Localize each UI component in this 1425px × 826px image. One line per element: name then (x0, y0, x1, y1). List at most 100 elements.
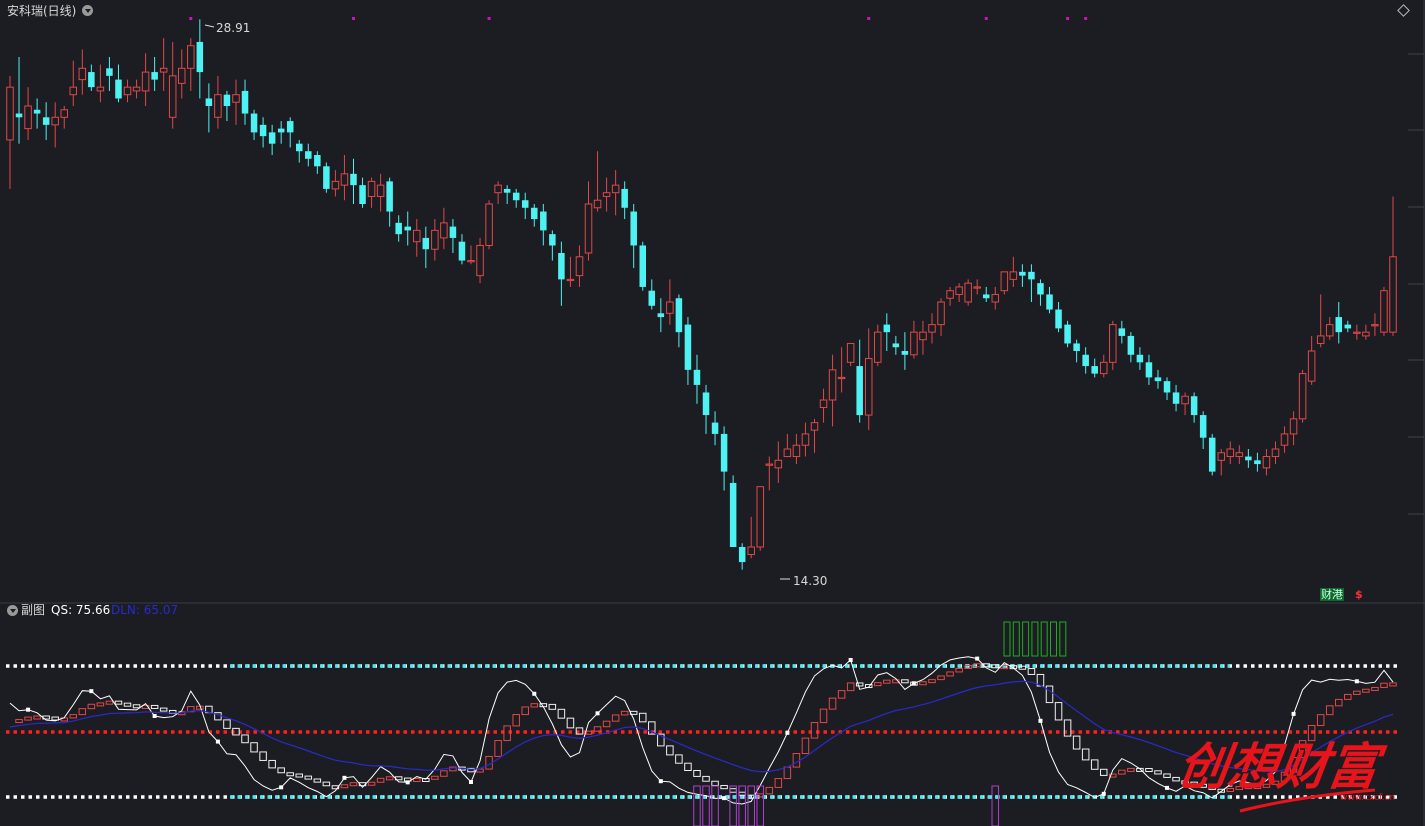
candle-body (51, 116, 59, 126)
candle-body (187, 45, 195, 69)
candle-body (630, 211, 637, 246)
qs-box (638, 712, 647, 723)
candle-body (485, 203, 493, 246)
candle-body (151, 72, 158, 80)
candle-body (964, 282, 972, 303)
candle-body (268, 132, 276, 144)
candle-body (919, 331, 927, 341)
candle-body (1082, 354, 1089, 367)
qs-box (693, 770, 701, 777)
qs-box (937, 675, 945, 681)
qs-box (1335, 698, 1343, 707)
qs-box (105, 700, 114, 705)
qs-box (883, 679, 891, 684)
candle-body (747, 546, 755, 556)
qs-box (1362, 688, 1370, 693)
candle-body (69, 86, 78, 96)
qs-box (268, 759, 276, 769)
candle-body (883, 324, 891, 333)
qs-box (259, 751, 267, 761)
caigang-badge[interactable]: 财港 (1320, 588, 1344, 601)
candle-body (60, 109, 68, 118)
qs-box (286, 772, 294, 777)
qs-box (367, 781, 376, 786)
candle-body (1009, 271, 1018, 280)
qs-box (928, 679, 936, 684)
qs-box (720, 785, 728, 790)
sub-panel-menu-icon[interactable] (7, 605, 18, 616)
candle-body (1190, 396, 1198, 416)
candle-body (296, 143, 303, 152)
candle-body (1163, 381, 1171, 393)
candle-body (314, 155, 321, 167)
candle-body (42, 117, 50, 125)
qs-box (24, 716, 32, 721)
candle-body (458, 241, 466, 261)
qs-box (801, 737, 810, 755)
candle-body (305, 151, 312, 159)
qs-marker (215, 739, 220, 744)
qs-box (1154, 770, 1162, 775)
signal-marker (351, 17, 355, 20)
qs-box (521, 706, 529, 716)
candle-body (1254, 460, 1261, 465)
top-signal-bar (1003, 621, 1011, 657)
candle-body (232, 94, 240, 103)
candle-body (1335, 317, 1343, 333)
candle-body (566, 278, 575, 282)
qs-marker (532, 691, 537, 696)
candle-body (982, 294, 990, 299)
signal-marker (984, 17, 988, 20)
qs-value-label: QS: 75.66 (51, 603, 111, 617)
candle-body (1019, 271, 1026, 276)
candle-body (801, 433, 810, 446)
qs-box (15, 719, 23, 724)
qs-box (955, 667, 963, 673)
qs-box (557, 708, 566, 719)
qs-box (530, 703, 539, 708)
qs-box (675, 754, 683, 764)
signal-marker (1084, 17, 1088, 20)
qs-box (738, 791, 746, 796)
candle-body (783, 448, 792, 458)
candle-body (856, 366, 863, 416)
qs-marker (1354, 679, 1359, 684)
qs-box (1371, 686, 1379, 691)
candle-body (621, 188, 628, 208)
candle-body (531, 207, 538, 220)
candle-body (386, 181, 393, 212)
qs-box (340, 784, 349, 789)
bottom-signal-bar (702, 785, 710, 826)
candle-body (792, 444, 801, 458)
high-pointer (204, 24, 215, 28)
qs-box (304, 775, 313, 780)
candle-body (765, 463, 774, 466)
qs-box (729, 788, 737, 793)
main-panel-menu-icon[interactable] (82, 5, 93, 16)
candle-body (431, 229, 439, 250)
candle-body (286, 121, 294, 133)
candle-body (955, 286, 963, 295)
candle-body (1064, 324, 1071, 344)
candle-body (1208, 437, 1216, 472)
qs-box (494, 740, 502, 757)
qs-box (1325, 705, 1334, 716)
qs-box (846, 682, 855, 692)
qs-box (1045, 685, 1054, 704)
candle-body (1271, 448, 1280, 458)
candle-body (828, 369, 837, 401)
candle-body (1145, 362, 1153, 378)
candle-body (422, 237, 430, 250)
qs-box (132, 704, 141, 709)
qs-box (1099, 768, 1108, 776)
candle-body (864, 358, 873, 416)
candle-body (512, 192, 520, 201)
qs-marker (152, 713, 157, 718)
qs-box (1072, 735, 1081, 750)
qs-marker (1038, 718, 1043, 723)
qs-marker (1291, 711, 1296, 716)
candle-body (901, 351, 909, 355)
candle-body (24, 105, 32, 130)
dollar-badge[interactable]: $ (1354, 588, 1364, 601)
candle-body (223, 94, 231, 106)
